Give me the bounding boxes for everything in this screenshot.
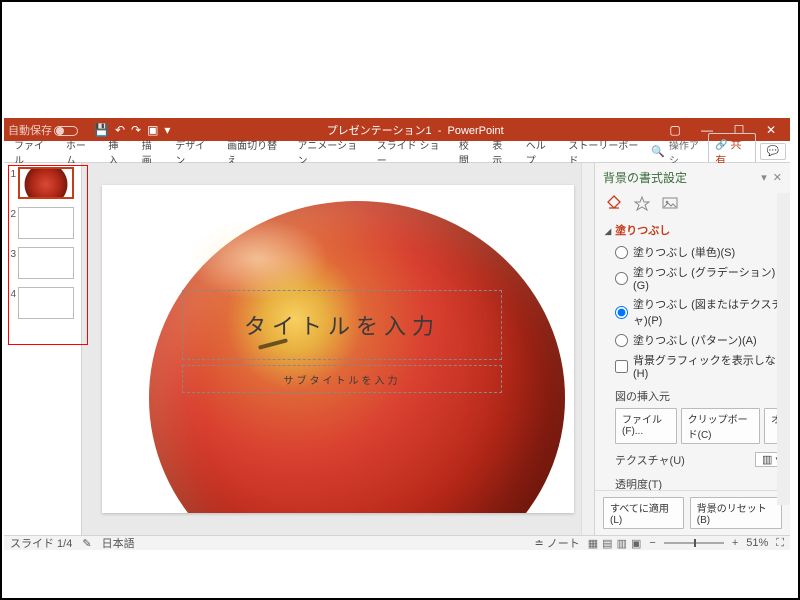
insert-file-button[interactable]: ファイル(F)... xyxy=(615,408,677,444)
thumb-number: 1 xyxy=(6,169,16,180)
pane-close-icon[interactable]: ✕ xyxy=(773,171,782,184)
slide-canvas-area: タイトルを入力 サブタイトルを入力 xyxy=(82,163,594,535)
notes-button[interactable]: ≐ ノート xyxy=(534,535,579,551)
vertical-scrollbar[interactable] xyxy=(581,163,594,535)
picture-tab-icon[interactable] xyxy=(661,194,679,212)
fill-pattern-radio[interactable]: 塗りつぶし (パターン)(A) xyxy=(605,330,788,350)
fill-picture-radio[interactable]: 塗りつぶし (図またはテクスチャ)(P) xyxy=(605,294,788,330)
autosave-toggle[interactable] xyxy=(54,126,78,136)
normal-view-icon[interactable]: ▦ xyxy=(588,537,598,550)
sorter-view-icon[interactable]: ▤ xyxy=(602,537,612,550)
texture-label: テクスチャ(U) ▥ ▾ xyxy=(605,446,788,470)
fill-tab-icon[interactable] xyxy=(605,194,623,212)
format-background-pane: 背景の書式設定 ▾ ✕ 塗りつぶし 塗りつぶし (単色)(S) 塗りつぶし (グ… xyxy=(594,163,790,535)
ribbon: ファイル ホーム 挿入 描画 デザイン 画面切り替え アニメーション スライド … xyxy=(4,141,790,163)
status-bar: スライド 1/4 ✎ 日本語 ≐ ノート ▦ ▤ ▥ ▣ − + 51% ⛶ xyxy=(4,535,790,550)
insert-from-label: 図の挿入元 xyxy=(605,382,788,406)
slide-thumb-2[interactable] xyxy=(18,207,74,239)
pane-options-icon[interactable]: ▾ xyxy=(761,171,767,184)
effects-tab-icon[interactable] xyxy=(633,194,651,212)
status-language[interactable]: 日本語 xyxy=(102,535,135,551)
spellcheck-icon[interactable]: ✎ xyxy=(82,537,91,550)
slide-thumb-4[interactable] xyxy=(18,287,74,319)
reading-view-icon[interactable]: ▥ xyxy=(617,537,627,550)
slide-thumb-3[interactable] xyxy=(18,247,74,279)
title-placeholder[interactable]: タイトルを入力 xyxy=(182,290,502,360)
reset-bg-button[interactable]: 背景のリセット(B) xyxy=(690,497,782,529)
zoom-out-icon[interactable]: − xyxy=(649,537,655,549)
fill-gradient-radio[interactable]: 塗りつぶし (グラデーション)(G) xyxy=(605,262,788,294)
thumb-number: 2 xyxy=(6,209,16,220)
fit-to-window-icon[interactable]: ⛶ xyxy=(776,537,784,550)
insert-clipboard-button[interactable]: クリップボード(C) xyxy=(681,408,760,444)
hide-bg-check[interactable]: 背景グラフィックを表示しない(H) xyxy=(605,350,788,382)
zoom-value[interactable]: 51% xyxy=(746,537,768,549)
pane-scrollbar[interactable] xyxy=(777,193,790,505)
search-icon[interactable]: 🔍 xyxy=(651,145,665,158)
thumb-number: 4 xyxy=(6,289,16,300)
slideshow-view-icon[interactable]: ▣ xyxy=(631,537,641,550)
slide-thumbnails: 1 2 3 4 xyxy=(4,163,82,535)
transparency-label: 透明度(T) xyxy=(605,470,788,490)
subtitle-placeholder[interactable]: サブタイトルを入力 xyxy=(182,365,502,393)
status-slide-number[interactable]: スライド 1/4 xyxy=(10,535,72,551)
zoom-slider[interactable] xyxy=(664,542,724,544)
slide-thumb-1[interactable] xyxy=(18,167,74,199)
comments-button[interactable]: 💬 xyxy=(760,143,786,160)
slide[interactable]: タイトルを入力 サブタイトルを入力 xyxy=(102,185,574,513)
tell-me-input[interactable]: 操作アシ xyxy=(669,137,704,167)
fill-solid-radio[interactable]: 塗りつぶし (単色)(S) xyxy=(605,242,788,262)
pane-title: 背景の書式設定 xyxy=(603,169,755,186)
thumb-number: 3 xyxy=(6,249,16,260)
zoom-in-icon[interactable]: + xyxy=(732,537,738,549)
fill-section-header[interactable]: 塗りつぶし xyxy=(605,218,788,242)
apply-all-button[interactable]: すべてに適用(L) xyxy=(603,497,684,529)
